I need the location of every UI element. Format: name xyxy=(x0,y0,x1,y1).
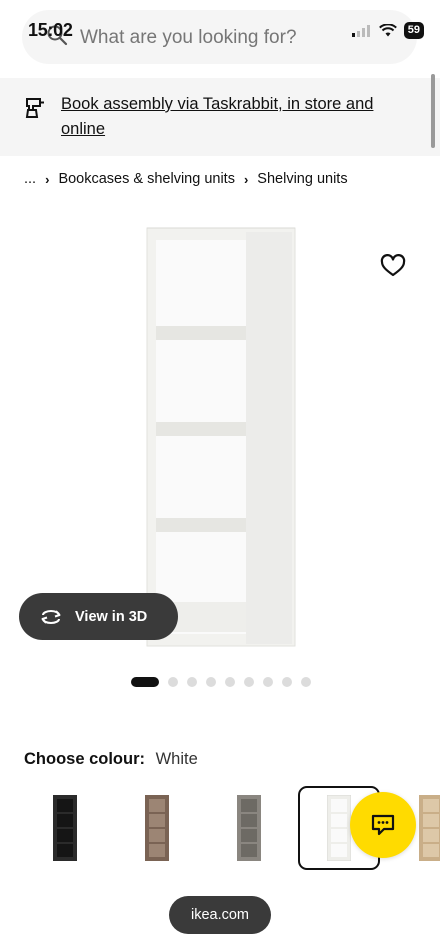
wifi-icon xyxy=(378,24,397,37)
carousel-dot[interactable] xyxy=(301,677,311,687)
browser-url-pill[interactable]: ikea.com xyxy=(169,896,271,934)
battery-icon: 59 xyxy=(403,22,424,39)
colour-label: Choose colour: xyxy=(24,750,146,768)
breadcrumb-item-bookcases[interactable]: Bookcases & shelving units xyxy=(58,171,235,187)
carousel-dot[interactable] xyxy=(282,677,292,687)
colour-selector-heading: Choose colour: White xyxy=(24,750,198,769)
colour-value: White xyxy=(155,750,198,768)
assembly-banner[interactable]: Book assembly via Taskrabbit, in store a… xyxy=(0,78,440,156)
rotate-3d-icon xyxy=(41,609,61,624)
carousel-dot[interactable] xyxy=(244,677,254,687)
carousel-dot[interactable] xyxy=(187,677,197,687)
scrollbar[interactable] xyxy=(431,74,435,148)
chevron-right-icon: › xyxy=(243,171,249,187)
chat-icon xyxy=(371,814,395,836)
search-input[interactable]: What are you looking for? xyxy=(80,27,297,49)
drill-icon xyxy=(24,96,46,125)
swatch-black-brown[interactable] xyxy=(24,786,106,870)
chevron-right-icon: › xyxy=(45,171,50,187)
image-carousel-dots[interactable] xyxy=(131,677,311,687)
signal-icon xyxy=(351,24,370,37)
carousel-dot[interactable] xyxy=(168,677,178,687)
status-icons: 59 xyxy=(351,22,424,39)
chat-button[interactable] xyxy=(350,792,416,858)
swatch-walnut[interactable] xyxy=(116,786,198,870)
view-in-3d-label: View in 3D xyxy=(75,608,148,625)
breadcrumb-ellipsis[interactable]: ... xyxy=(24,171,36,187)
swatch-grey[interactable] xyxy=(208,786,290,870)
carousel-dot[interactable] xyxy=(131,677,159,687)
breadcrumb: ... › Bookcases & shelving units › Shelv… xyxy=(24,171,348,187)
carousel-dot[interactable] xyxy=(206,677,216,687)
view-in-3d-button[interactable]: View in 3D xyxy=(19,593,178,640)
carousel-dot[interactable] xyxy=(263,677,273,687)
heart-icon[interactable] xyxy=(380,254,406,283)
carousel-dot[interactable] xyxy=(225,677,235,687)
assembly-link[interactable]: Book assembly via Taskrabbit, in store a… xyxy=(61,92,421,142)
product-image[interactable] xyxy=(140,222,300,657)
status-time: 15:02 xyxy=(28,20,73,40)
breadcrumb-item-shelving[interactable]: Shelving units xyxy=(257,171,347,187)
